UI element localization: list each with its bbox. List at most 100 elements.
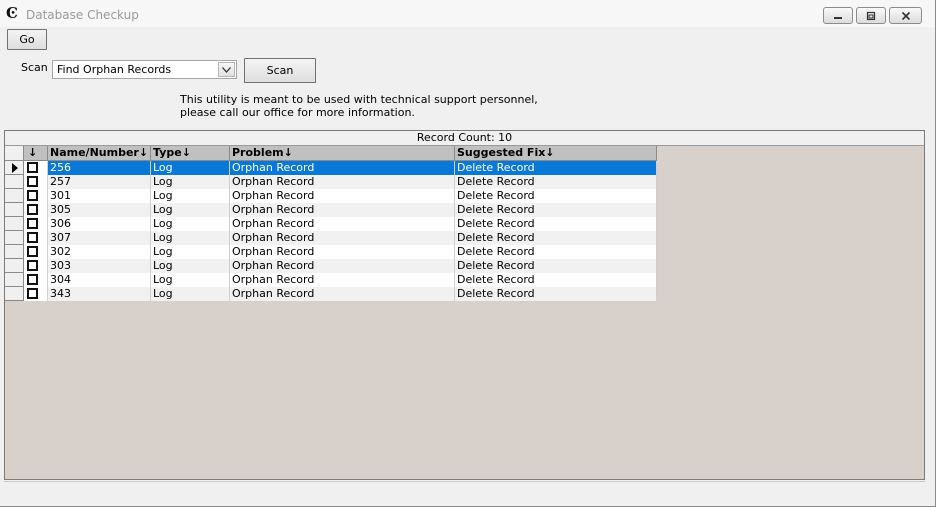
- record-count: Record Count: 10: [5, 131, 924, 146]
- row-checkbox[interactable]: [27, 162, 38, 173]
- row-select-cell: [24, 245, 48, 259]
- row-selector[interactable]: [5, 161, 24, 175]
- cell-suggested-fix[interactable]: Delete Record: [455, 231, 657, 245]
- cell-type[interactable]: Log: [151, 287, 230, 301]
- cell-type[interactable]: Log: [151, 231, 230, 245]
- row-checkbox[interactable]: [27, 260, 38, 271]
- table-row[interactable]: 307 Log Orphan Record Delete Record: [5, 231, 657, 245]
- cell-suggested-fix[interactable]: Delete Record: [455, 161, 657, 175]
- row-selector[interactable]: [5, 217, 24, 231]
- cell-problem[interactable]: Orphan Record: [230, 189, 455, 203]
- cell-type[interactable]: Log: [151, 161, 230, 175]
- column-header-name[interactable]: Name/Number↓: [48, 146, 151, 161]
- cell-name[interactable]: 256: [48, 161, 151, 175]
- current-row-arrow-icon: [12, 163, 18, 173]
- row-select-cell: [24, 273, 48, 287]
- column-header-suggested-fix[interactable]: Suggested Fix↓: [455, 146, 657, 161]
- cell-type[interactable]: Log: [151, 273, 230, 287]
- table-row[interactable]: 301 Log Orphan Record Delete Record: [5, 189, 657, 203]
- cell-type[interactable]: Log: [151, 259, 230, 273]
- row-selector[interactable]: [5, 189, 24, 203]
- cell-problem[interactable]: Orphan Record: [230, 245, 455, 259]
- table-row[interactable]: 306 Log Orphan Record Delete Record: [5, 217, 657, 231]
- cell-name[interactable]: 305: [48, 203, 151, 217]
- row-checkbox[interactable]: [27, 204, 38, 215]
- row-checkbox[interactable]: [27, 190, 38, 201]
- status-bar: [4, 481, 925, 499]
- cell-suggested-fix[interactable]: Delete Record: [455, 189, 657, 203]
- cell-type[interactable]: Log: [151, 189, 230, 203]
- row-checkbox[interactable]: [27, 218, 38, 229]
- info-text: This utility is meant to be used with te…: [180, 93, 538, 119]
- row-checkbox[interactable]: [27, 176, 38, 187]
- info-line-1: This utility is meant to be used with te…: [180, 93, 538, 106]
- close-button[interactable]: [889, 7, 922, 24]
- cell-problem[interactable]: Orphan Record: [230, 287, 455, 301]
- cell-type[interactable]: Log: [151, 245, 230, 259]
- scan-type-select[interactable]: Find Orphan Records: [52, 60, 237, 79]
- cell-suggested-fix[interactable]: Delete Record: [455, 287, 657, 301]
- minimize-icon: [824, 8, 852, 23]
- cell-problem[interactable]: Orphan Record: [230, 273, 455, 287]
- row-select-cell: [24, 259, 48, 273]
- cell-problem[interactable]: Orphan Record: [230, 259, 455, 273]
- cell-name[interactable]: 303: [48, 259, 151, 273]
- table-row[interactable]: 343 Log Orphan Record Delete Record: [5, 287, 657, 301]
- title-bar[interactable]: Ͼ Database Checkup: [0, 0, 935, 27]
- row-header-corner: [5, 146, 24, 161]
- cell-suggested-fix[interactable]: Delete Record: [455, 259, 657, 273]
- cell-type[interactable]: Log: [151, 175, 230, 189]
- info-line-2: please call our office for more informat…: [180, 106, 415, 119]
- cell-type[interactable]: Log: [151, 203, 230, 217]
- cell-name[interactable]: 302: [48, 245, 151, 259]
- cell-problem[interactable]: Orphan Record: [230, 161, 455, 175]
- row-selector[interactable]: [5, 231, 24, 245]
- row-selector[interactable]: [5, 175, 24, 189]
- row-select-cell: [24, 217, 48, 231]
- column-header-type[interactable]: Type↓: [151, 146, 230, 161]
- table-row[interactable]: 304 Log Orphan Record Delete Record: [5, 273, 657, 287]
- cell-problem[interactable]: Orphan Record: [230, 203, 455, 217]
- row-selector[interactable]: [5, 203, 24, 217]
- scan-type-value: Find Orphan Records: [57, 63, 172, 76]
- table-row[interactable]: 302 Log Orphan Record Delete Record: [5, 245, 657, 259]
- cell-problem[interactable]: Orphan Record: [230, 231, 455, 245]
- cell-suggested-fix[interactable]: Delete Record: [455, 203, 657, 217]
- cell-problem[interactable]: Orphan Record: [230, 175, 455, 189]
- minimize-button[interactable]: [823, 7, 853, 24]
- scan-button[interactable]: Scan: [244, 58, 316, 83]
- cell-name[interactable]: 257: [48, 175, 151, 189]
- row-select-cell: [24, 203, 48, 217]
- row-selector[interactable]: [5, 287, 24, 301]
- restore-button[interactable]: [856, 7, 886, 24]
- row-checkbox[interactable]: [27, 274, 38, 285]
- cell-suggested-fix[interactable]: Delete Record: [455, 273, 657, 287]
- row-checkbox[interactable]: [27, 246, 38, 257]
- row-checkbox[interactable]: [27, 288, 38, 299]
- row-selector[interactable]: [5, 273, 24, 287]
- go-button[interactable]: Go: [7, 29, 47, 50]
- column-header-select[interactable]: ↓: [24, 146, 48, 161]
- row-selector[interactable]: [5, 245, 24, 259]
- column-header-problem[interactable]: Problem↓: [230, 146, 455, 161]
- cell-name[interactable]: 306: [48, 217, 151, 231]
- results-grid[interactable]: Record Count: 10 ↓ Name/Number↓ Type↓ Pr…: [4, 130, 925, 480]
- cell-suggested-fix[interactable]: Delete Record: [455, 175, 657, 189]
- cell-problem[interactable]: Orphan Record: [230, 217, 455, 231]
- row-select-cell: [24, 175, 48, 189]
- cell-name[interactable]: 307: [48, 231, 151, 245]
- cell-name[interactable]: 301: [48, 189, 151, 203]
- cell-name[interactable]: 343: [48, 287, 151, 301]
- row-selector[interactable]: [5, 259, 24, 273]
- table-row[interactable]: 303 Log Orphan Record Delete Record: [5, 259, 657, 273]
- cell-suggested-fix[interactable]: Delete Record: [455, 217, 657, 231]
- chevron-down-icon[interactable]: [218, 62, 235, 77]
- row-checkbox[interactable]: [27, 232, 38, 243]
- app-logo-icon: Ͼ: [6, 4, 18, 22]
- cell-name[interactable]: 304: [48, 273, 151, 287]
- cell-type[interactable]: Log: [151, 217, 230, 231]
- table-row[interactable]: 256 Log Orphan Record Delete Record: [5, 161, 657, 175]
- cell-suggested-fix[interactable]: Delete Record: [455, 245, 657, 259]
- table-row[interactable]: 305 Log Orphan Record Delete Record: [5, 203, 657, 217]
- table-row[interactable]: 257 Log Orphan Record Delete Record: [5, 175, 657, 189]
